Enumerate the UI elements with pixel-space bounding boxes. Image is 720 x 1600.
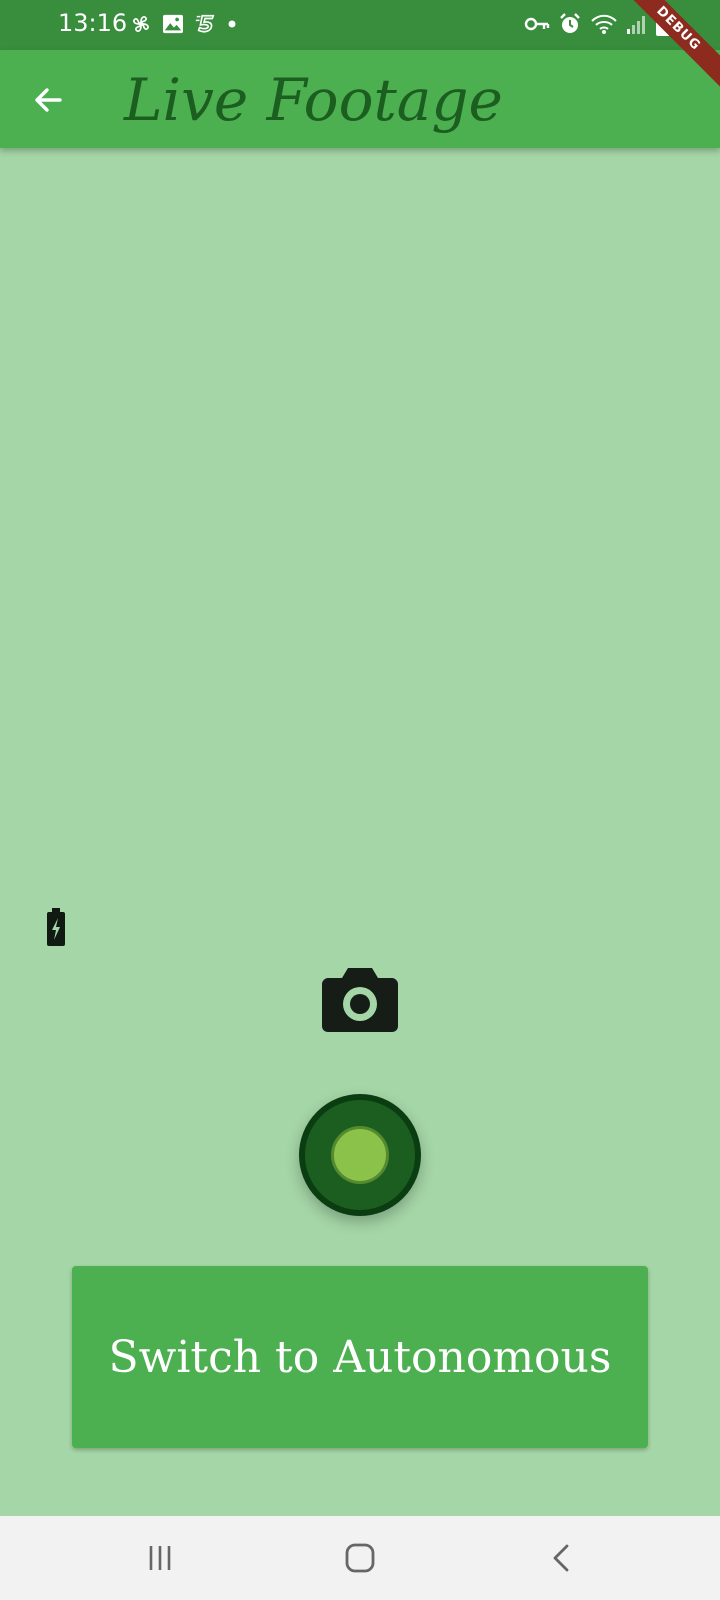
key-icon [524, 17, 550, 31]
status-time: 13:16 [58, 9, 128, 37]
switch-to-autonomous-button[interactable]: Switch to Autonomous [72, 1266, 648, 1448]
nav-bar [0, 1516, 720, 1600]
arrow-left-icon [35, 88, 62, 112]
alarm-icon [560, 13, 580, 33]
back-icon [553, 1544, 569, 1572]
gallery-icon [163, 14, 183, 34]
wifi-icon [591, 14, 617, 34]
record-button[interactable] [299, 1094, 421, 1216]
recents-icon [149, 1546, 171, 1570]
signal-icon [627, 16, 645, 34]
home-button[interactable] [338, 1536, 382, 1580]
five-icon [195, 14, 215, 33]
dot-icon [228, 20, 236, 28]
recents-button[interactable] [138, 1536, 182, 1580]
home-icon [345, 1543, 375, 1573]
status-bar: 13:16 [0, 0, 720, 50]
nav-back-button[interactable] [540, 1536, 584, 1580]
app-bar: Live Footage [0, 50, 720, 148]
pinwheel-icon [133, 16, 149, 32]
camera-icon[interactable] [322, 966, 398, 1034]
back-button[interactable] [22, 74, 74, 126]
status-left-icons [130, 13, 238, 35]
page-title: Live Footage [124, 66, 503, 134]
record-icon [331, 1126, 389, 1184]
battery-charging-icon [47, 908, 65, 946]
